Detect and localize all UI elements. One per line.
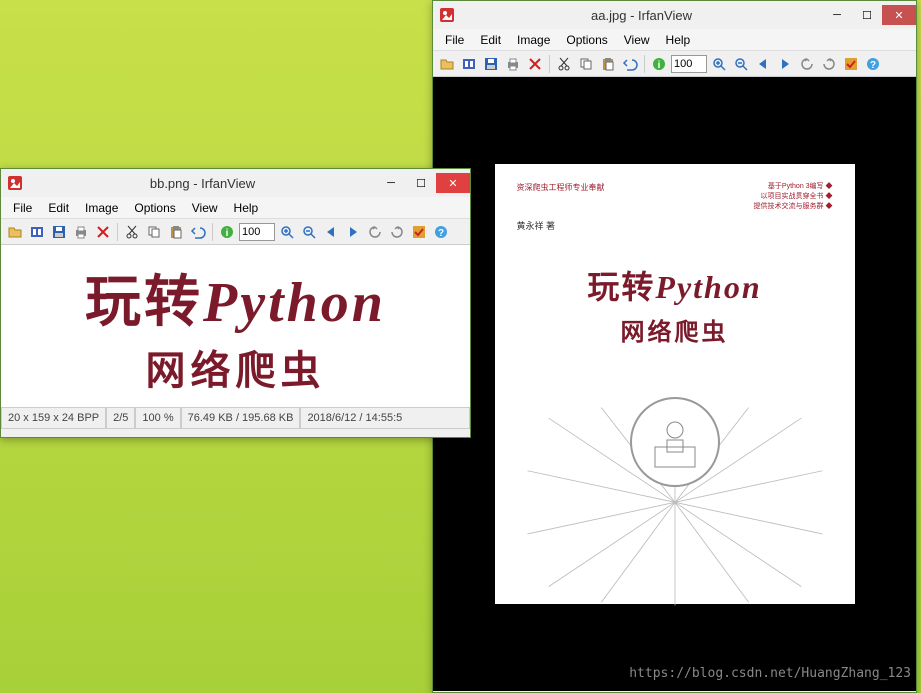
zoom-in-icon[interactable]	[709, 54, 729, 74]
settings-icon[interactable]	[409, 222, 429, 242]
zoom-in-icon[interactable]	[277, 222, 297, 242]
status-zoom: 100 %	[135, 407, 180, 429]
rotate-right-icon[interactable]	[819, 54, 839, 74]
status-index: 2/5	[106, 407, 135, 429]
slideshow-icon[interactable]	[27, 222, 47, 242]
open-icon[interactable]	[437, 54, 457, 74]
zoom-input[interactable]	[239, 223, 275, 241]
info-icon[interactable]: i	[217, 222, 237, 242]
window-title: bb.png - IrfanView	[29, 176, 376, 191]
book-feature-3: 提供技术交流与服务群 ◆	[754, 203, 833, 210]
book-feature-1: 基于Python 3编写 ◆	[768, 183, 833, 190]
copy-icon[interactable]	[144, 222, 164, 242]
settings-icon[interactable]	[841, 54, 861, 74]
svg-text:?: ?	[870, 60, 876, 71]
delete-icon[interactable]	[525, 54, 545, 74]
book-feature-2: 以项目实战贯穿全书 ◆	[761, 193, 833, 200]
paste-icon[interactable]	[598, 54, 618, 74]
menubar: File Edit Image Options View Help	[1, 197, 470, 219]
menu-image[interactable]: Image	[509, 31, 558, 49]
prev-icon[interactable]	[753, 54, 773, 74]
image-viewport[interactable]: 玩转Python 网络爬虫	[1, 245, 470, 407]
image-content: 玩转Python 网络爬虫	[1, 245, 470, 407]
svg-text:i: i	[226, 228, 229, 239]
minimize-button[interactable]: ─	[376, 173, 406, 193]
app-icon	[7, 175, 23, 191]
menu-edit[interactable]: Edit	[472, 31, 509, 49]
save-icon[interactable]	[481, 54, 501, 74]
copy-icon[interactable]	[576, 54, 596, 74]
cut-icon[interactable]	[554, 54, 574, 74]
cut-icon[interactable]	[122, 222, 142, 242]
window-buttons: ─ ☐ ✕	[822, 5, 916, 25]
statusbar: 20 x 159 x 24 BPP 2/5 100 % 76.49 KB / 1…	[1, 407, 470, 429]
close-button[interactable]: ✕	[882, 5, 916, 25]
toolbar: i ?	[433, 51, 916, 77]
next-icon[interactable]	[343, 222, 363, 242]
close-button[interactable]: ✕	[436, 173, 470, 193]
menu-view[interactable]: View	[616, 31, 658, 49]
menu-file[interactable]: File	[5, 199, 40, 217]
zoom-out-icon[interactable]	[731, 54, 751, 74]
svg-text:i: i	[658, 60, 661, 71]
help-icon[interactable]: ?	[863, 54, 883, 74]
open-icon[interactable]	[5, 222, 25, 242]
menu-edit[interactable]: Edit	[40, 199, 77, 217]
menu-file[interactable]: File	[437, 31, 472, 49]
maximize-button[interactable]: ☐	[852, 5, 882, 25]
print-icon[interactable]	[71, 222, 91, 242]
info-icon[interactable]: i	[649, 54, 669, 74]
paste-icon[interactable]	[166, 222, 186, 242]
delete-icon[interactable]	[93, 222, 113, 242]
undo-icon[interactable]	[620, 54, 640, 74]
menu-help[interactable]: Help	[226, 199, 267, 217]
titlebar[interactable]: bb.png - IrfanView ─ ☐ ✕	[1, 169, 470, 197]
book-cover-image: 资深爬虫工程师专业奉献 基于Python 3编写 ◆ 以项目实战贯穿全书 ◆ 提…	[495, 164, 855, 604]
watermark-text: https://blog.csdn.net/HuangZhang_123	[629, 666, 911, 681]
window-title: aa.jpg - IrfanView	[461, 8, 822, 23]
window-buttons: ─ ☐ ✕	[376, 173, 470, 193]
undo-icon[interactable]	[188, 222, 208, 242]
irfanview-window-aa: aa.jpg - IrfanView ─ ☐ ✕ File Edit Image…	[432, 0, 917, 693]
menu-view[interactable]: View	[184, 199, 226, 217]
rotate-left-icon[interactable]	[797, 54, 817, 74]
menu-options[interactable]: Options	[558, 31, 615, 49]
zoom-out-icon[interactable]	[299, 222, 319, 242]
maximize-button[interactable]: ☐	[406, 173, 436, 193]
book-title: 玩转Python 网络爬虫	[517, 262, 833, 347]
toolbar: i ?	[1, 219, 470, 245]
titlebar[interactable]: aa.jpg - IrfanView ─ ☐ ✕	[433, 1, 916, 29]
rotate-right-icon[interactable]	[387, 222, 407, 242]
menubar: File Edit Image Options View Help	[433, 29, 916, 51]
prev-icon[interactable]	[321, 222, 341, 242]
book-author: 黄永祥 著	[517, 219, 833, 232]
image-viewport[interactable]: 资深爬虫工程师专业奉献 基于Python 3编写 ◆ 以项目实战贯穿全书 ◆ 提…	[433, 77, 916, 691]
irfanview-window-bb: bb.png - IrfanView ─ ☐ ✕ File Edit Image…	[0, 168, 471, 438]
app-icon	[439, 7, 455, 23]
status-date: 2018/6/12 / 14:55:5	[300, 407, 470, 429]
minimize-button[interactable]: ─	[822, 5, 852, 25]
save-icon[interactable]	[49, 222, 69, 242]
zoom-input[interactable]	[671, 55, 707, 73]
svg-text:?: ?	[438, 228, 444, 239]
menu-options[interactable]: Options	[126, 199, 183, 217]
slideshow-icon[interactable]	[459, 54, 479, 74]
print-icon[interactable]	[503, 54, 523, 74]
next-icon[interactable]	[775, 54, 795, 74]
menu-image[interactable]: Image	[77, 199, 126, 217]
book-tagline: 资深爬虫工程师专业奉献	[517, 182, 605, 211]
book-illustration	[517, 397, 833, 597]
rotate-left-icon[interactable]	[365, 222, 385, 242]
menu-help[interactable]: Help	[658, 31, 699, 49]
status-dimensions: 20 x 159 x 24 BPP	[1, 407, 106, 429]
help-icon[interactable]: ?	[431, 222, 451, 242]
status-filesize: 76.49 KB / 195.68 KB	[181, 407, 301, 429]
